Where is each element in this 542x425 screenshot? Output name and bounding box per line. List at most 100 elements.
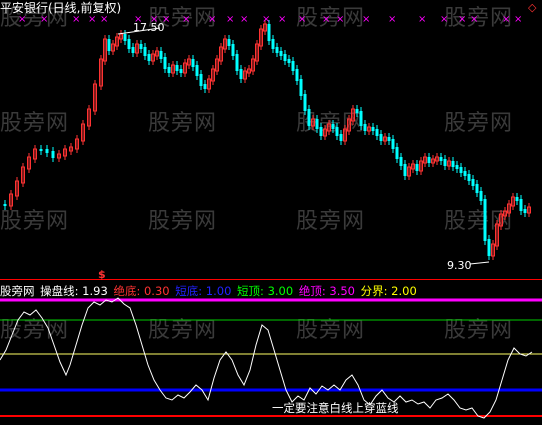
candle-body xyxy=(3,204,7,206)
candle-body xyxy=(515,197,519,201)
signal-marker: × xyxy=(208,14,216,25)
signal-marker: × xyxy=(514,14,522,25)
candle-body xyxy=(271,39,275,49)
candle-body xyxy=(459,167,463,173)
signal-mark: $ xyxy=(98,268,106,281)
candle-body xyxy=(315,119,319,129)
candle-body xyxy=(479,191,483,201)
candle-body xyxy=(379,134,383,141)
candle-body xyxy=(399,157,403,166)
candle-body xyxy=(279,51,283,56)
candle-body xyxy=(175,65,179,71)
candle-body xyxy=(195,65,199,76)
candle-body xyxy=(191,59,195,67)
candle-body xyxy=(295,69,299,81)
pane-divider[interactable] xyxy=(0,279,542,280)
candle-body xyxy=(403,164,407,176)
signal-marker: × xyxy=(418,14,426,25)
candle-body xyxy=(371,127,375,131)
candle-body xyxy=(439,157,443,161)
candle-body xyxy=(387,137,391,141)
indicator-chart[interactable] xyxy=(0,290,542,425)
candle-body xyxy=(523,209,527,213)
signal-marker: × xyxy=(458,14,466,25)
candle-body xyxy=(451,161,455,167)
candle-body xyxy=(163,57,167,69)
candle-body xyxy=(127,39,131,49)
candle-body xyxy=(395,147,399,159)
candle-body xyxy=(147,54,151,61)
candle-body xyxy=(483,199,487,241)
candle-body xyxy=(203,84,207,89)
signal-marker: × xyxy=(100,14,108,25)
low-price-label: 9.30 xyxy=(447,259,472,272)
candle-body xyxy=(463,171,467,176)
signal-marker: × xyxy=(262,14,270,25)
signal-marker: × xyxy=(226,14,234,25)
indicator-annotation: 一定要注意白线上穿蓝线 xyxy=(272,401,399,415)
candle-body xyxy=(143,47,147,56)
candle-body xyxy=(471,179,475,186)
candle-body xyxy=(331,124,335,129)
signal-marker: × xyxy=(18,14,26,25)
candle-body xyxy=(235,54,239,71)
signal-marker: × xyxy=(322,14,330,25)
signal-marker: × xyxy=(182,14,190,25)
candle-body xyxy=(299,79,303,96)
candle-body xyxy=(131,47,135,53)
candle-body xyxy=(475,184,479,193)
candle-body xyxy=(339,134,343,141)
signal-marker: × xyxy=(470,14,478,25)
signal-marker: × xyxy=(298,14,306,25)
candle-body xyxy=(467,174,471,181)
candle-body xyxy=(427,157,431,163)
signal-marker: × xyxy=(88,14,96,25)
candle-body xyxy=(375,129,379,136)
candle-body xyxy=(199,74,203,86)
candle-body xyxy=(391,139,395,149)
candle-body xyxy=(303,94,307,111)
low-pointer-line xyxy=(469,261,490,265)
candle-body xyxy=(167,67,171,73)
candlestick-chart[interactable]: × × × × × × × × × × × × × × × × × × × × × × × × × xyxy=(0,0,542,280)
right-diamond-icon: ◇ xyxy=(528,1,537,14)
candle-body xyxy=(139,44,143,49)
signal-marker: × xyxy=(72,14,80,25)
signal-marker: × xyxy=(388,14,396,25)
candle-body xyxy=(231,44,235,56)
candle-body xyxy=(291,61,295,71)
candle-body xyxy=(415,164,419,171)
candle-body xyxy=(359,111,363,126)
candle-body xyxy=(123,34,127,41)
candle-body xyxy=(319,127,323,136)
candle-body xyxy=(227,39,231,46)
candle-body xyxy=(45,149,49,153)
candle-body xyxy=(519,199,523,211)
candle-body xyxy=(267,24,271,41)
signal-marker: × xyxy=(40,14,48,25)
candle-body xyxy=(307,109,311,126)
candle-body xyxy=(51,151,55,158)
candle-body xyxy=(239,69,243,79)
candle-body xyxy=(363,124,367,131)
stock-chart-window: 股旁网 股旁网 股旁网 股旁网 股旁网 股旁网 股旁网 股旁网 股旁网 股旁网 … xyxy=(0,0,542,425)
operation-line xyxy=(0,297,533,419)
candle-body xyxy=(287,59,291,63)
candle-body xyxy=(355,109,359,113)
signal-marker: × xyxy=(502,14,510,25)
signal-marker: × xyxy=(240,14,248,25)
candle-body xyxy=(283,54,287,61)
signal-marker: × xyxy=(336,14,344,25)
high-price-label: 17.50 xyxy=(133,21,165,34)
candle-body xyxy=(159,51,163,59)
signal-marker: × xyxy=(362,14,370,25)
candle-body xyxy=(275,47,279,53)
candle-body xyxy=(107,39,111,51)
candle-body xyxy=(455,165,459,169)
candle-body xyxy=(179,69,183,73)
chart-title: 平安银行(日线,前复权) xyxy=(0,1,122,15)
candle-body xyxy=(443,159,447,166)
signal-marker: × xyxy=(440,14,448,25)
candle-body xyxy=(39,149,43,151)
candle-body xyxy=(487,239,491,256)
